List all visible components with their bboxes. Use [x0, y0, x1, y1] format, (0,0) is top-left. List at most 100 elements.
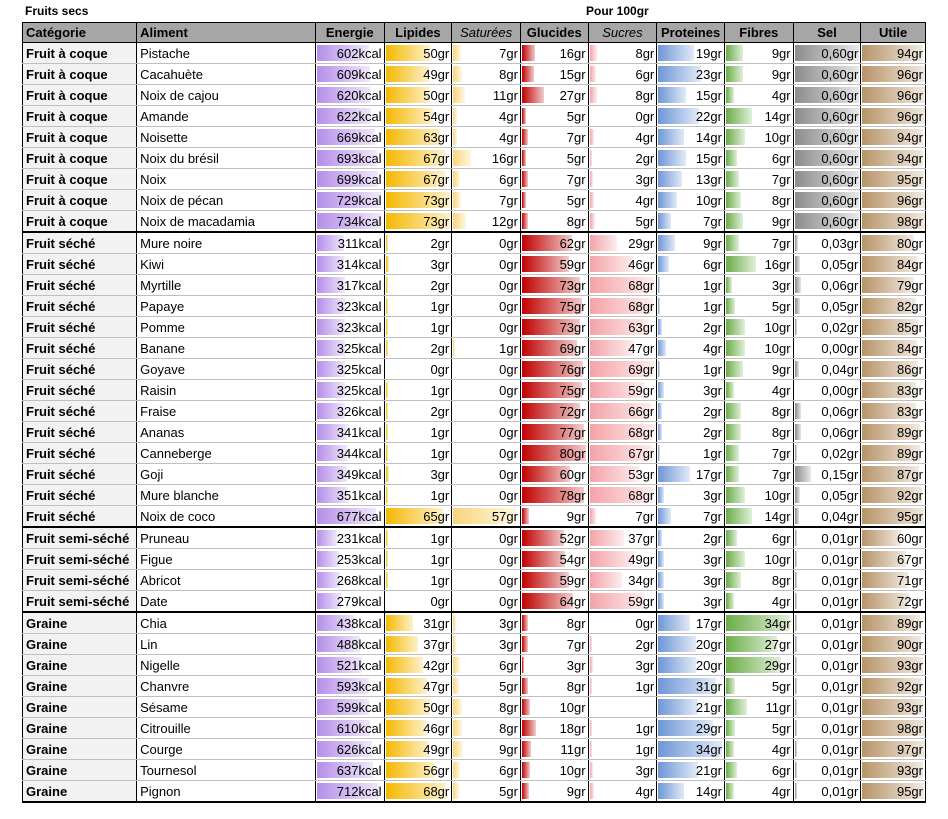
category-cell: Graine — [21, 611, 138, 634]
table-row: Fruit séché Noix de coco 677kcal 65gr 57gr 9g… — [21, 505, 926, 528]
sugars-value: 3gr — [635, 657, 655, 673]
sugars-value: 0gr — [635, 108, 655, 124]
salt-value: 0,01gr — [821, 657, 859, 673]
table-row: Fruit semi-séché Pruneau 231kcal 1gr 0gr 52gr… — [21, 526, 926, 549]
useful-value: 86gr — [896, 361, 923, 377]
carbs-bar — [521, 213, 528, 229]
carbs-value: 62gr — [559, 235, 586, 251]
sugars-bar — [589, 45, 597, 61]
sugars-value: 4gr — [635, 192, 655, 208]
sugars-cell: 5gr — [587, 210, 658, 233]
energy-value: 620kcal — [336, 87, 382, 103]
carbs-bar — [521, 551, 565, 567]
sugars-cell: 68gr — [587, 484, 658, 506]
fibers-value: 7gr — [771, 466, 791, 482]
sugars-value: 47gr — [628, 340, 655, 356]
sugars-cell: 3gr — [587, 759, 658, 781]
proteins-bar — [658, 593, 665, 609]
lipids-cell: 63gr — [383, 126, 453, 148]
fibers-bar — [725, 424, 741, 440]
lipids-bar — [385, 235, 388, 251]
salt-bar — [794, 319, 797, 335]
lipids-value: 68gr — [423, 783, 450, 799]
carbs-cell: 62gr — [519, 231, 589, 254]
proteins-cell: 2gr — [656, 316, 725, 338]
saturated-cell: 0gr — [451, 253, 521, 275]
proteins-bar — [658, 466, 691, 482]
energy-value: 323kcal — [336, 319, 382, 335]
sugars-bar — [589, 192, 594, 208]
table-row: Graine Citrouille 610kcal 46gr 8gr 18gr 1gr 29g… — [21, 717, 926, 739]
proteins-value: 1gr — [703, 277, 722, 293]
proteins-cell: 7gr — [656, 505, 725, 528]
carbs-bar — [521, 192, 526, 208]
energy-value: 699kcal — [336, 171, 382, 187]
food-name-cell: Mure blanche — [136, 484, 316, 506]
fibers-bar — [725, 783, 734, 799]
saturated-cell: 5gr — [451, 675, 521, 697]
lipids-value: 2gr — [430, 403, 450, 419]
food-name-cell: Courge — [136, 738, 316, 760]
carbs-value: 76gr — [559, 361, 586, 377]
sugars-cell: 4gr — [587, 189, 658, 211]
carbs-value: 54gr — [559, 551, 586, 567]
sugars-bar — [589, 213, 595, 229]
saturated-value: 5gr — [499, 783, 518, 799]
sugars-value: 46gr — [628, 256, 655, 272]
useful-value: 67gr — [896, 551, 923, 567]
lipids-cell: 2gr — [383, 231, 453, 254]
carbs-bar — [521, 657, 524, 673]
proteins-value: 15gr — [695, 87, 722, 103]
sugars-bar — [589, 508, 596, 524]
lipids-cell: 50gr — [383, 84, 453, 106]
proteins-value: 22gr — [695, 108, 722, 124]
saturated-value: 0gr — [499, 530, 518, 546]
fibers-value: 27gr — [764, 636, 791, 652]
lipids-cell: 65gr — [383, 505, 453, 528]
energy-cell: 323kcal — [314, 295, 385, 317]
saturated-bar — [453, 678, 460, 694]
sugars-cell: 8gr — [587, 84, 658, 106]
proteins-bar — [658, 783, 685, 799]
lipids-value: 54gr — [423, 108, 450, 124]
category-cell: Graine — [21, 675, 138, 697]
useful-cell: 92gr — [860, 675, 926, 697]
lipids-value: 1gr — [430, 319, 450, 335]
proteins-bar — [658, 615, 691, 631]
sugars-value: 6gr — [635, 66, 655, 82]
table-row: Fruit séché Kiwi 314kcal 3gr 0gr 59gr 46gr 6gr 1… — [21, 253, 926, 275]
carbs-value: 27gr — [559, 87, 586, 103]
per-100g-label: Pour 100gr — [586, 4, 649, 18]
carbs-cell: 7gr — [519, 168, 589, 190]
fibers-bar — [725, 235, 739, 251]
saturated-value: 3gr — [499, 636, 518, 652]
carbs-value: 10gr — [559, 699, 586, 715]
carbs-value: 8gr — [566, 678, 586, 694]
useful-value: 93gr — [896, 699, 923, 715]
carbs-value: 3gr — [566, 657, 586, 673]
proteins-cell: 17gr — [656, 611, 725, 634]
sugars-value: 49gr — [628, 551, 655, 567]
energy-cell: 602kcal — [314, 42, 385, 64]
sugars-value: 34gr — [628, 572, 655, 588]
header-saturated: Saturées — [451, 22, 521, 43]
fibers-value: 14gr — [764, 108, 791, 124]
proteins-cell: 19gr — [656, 42, 725, 64]
food-name-cell: Noix de cajou — [136, 84, 316, 106]
energy-value: 317kcal — [336, 277, 382, 293]
carbs-value: 15gr — [559, 66, 586, 82]
proteins-value: 4gr — [703, 340, 722, 356]
useful-value: 98gr — [896, 213, 923, 229]
salt-cell: 0,60gr — [792, 42, 862, 64]
carbs-value: 7gr — [566, 171, 586, 187]
energy-cell: 341kcal — [314, 421, 385, 443]
fibers-bar — [725, 445, 739, 461]
saturated-value: 9gr — [499, 741, 518, 757]
food-name-cell: Noix de pécan — [136, 189, 316, 211]
energy-cell: 599kcal — [314, 696, 385, 718]
useful-value: 96gr — [896, 66, 923, 82]
salt-cell: 0,60gr — [792, 126, 862, 148]
saturated-value: 0gr — [499, 424, 518, 440]
energy-value: 231kcal — [336, 530, 382, 546]
useful-cell: 93gr — [860, 654, 926, 676]
